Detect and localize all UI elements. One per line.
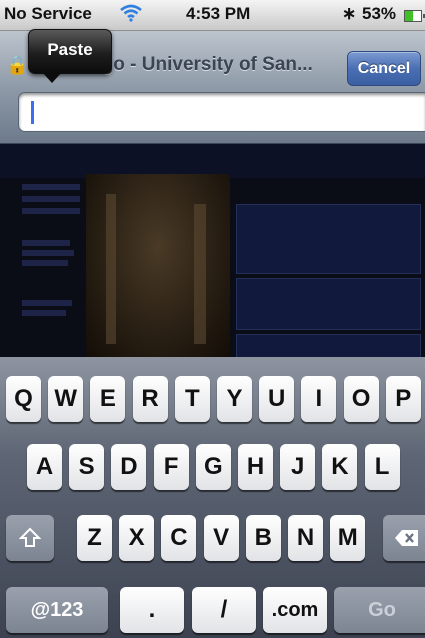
key-v[interactable]: V xyxy=(203,515,239,561)
status-bar: No Service 4:53 PM ∗ 53% xyxy=(0,0,425,31)
key-p[interactable]: P xyxy=(385,376,421,422)
web-page-hero-image xyxy=(86,174,230,357)
key-r[interactable]: R xyxy=(132,376,168,422)
go-key[interactable]: Go xyxy=(334,587,425,633)
key-d[interactable]: D xyxy=(111,444,147,490)
key-z[interactable]: Z xyxy=(77,515,112,561)
keyboard: Q W E R T Y U I O P A S D F G H J K L Z X C V B N M @123. / .com Go xyxy=(0,357,425,638)
web-page-preview xyxy=(0,144,425,357)
period-key[interactable]: . xyxy=(120,587,184,633)
key-q[interactable]: Q xyxy=(6,376,41,422)
key-g[interactable]: G xyxy=(195,444,231,490)
battery-percent: 53% xyxy=(362,4,397,23)
web-page-sidebar-line xyxy=(22,310,66,316)
key-k[interactable]: K xyxy=(322,444,358,490)
key-l[interactable]: L xyxy=(364,444,400,490)
web-page-link-box xyxy=(236,278,421,330)
key-y[interactable]: Y xyxy=(217,376,252,422)
key-n[interactable]: N xyxy=(288,515,323,561)
web-page-link-box xyxy=(236,334,421,357)
clock: 4:53 PM xyxy=(186,4,251,23)
bluetooth-icon: ∗ xyxy=(342,4,357,23)
key-f[interactable]: F xyxy=(153,444,189,490)
web-page-link-box xyxy=(236,204,421,274)
mode-switch-key[interactable]: @123 xyxy=(6,587,108,633)
web-page-sidebar-line xyxy=(22,240,70,246)
key-e[interactable]: E xyxy=(90,376,126,422)
key-x[interactable]: X xyxy=(119,515,155,561)
key-b[interactable]: B xyxy=(245,515,281,561)
key-m[interactable]: M xyxy=(330,515,366,561)
key-s[interactable]: S xyxy=(69,444,105,490)
key-a[interactable]: A xyxy=(27,444,62,490)
key-o[interactable]: O xyxy=(343,376,379,422)
web-page-sidebar-line xyxy=(22,196,80,202)
paste-popup-arrow xyxy=(42,72,62,83)
cancel-button[interactable]: Cancel xyxy=(347,51,421,86)
key-i[interactable]: I xyxy=(301,376,337,422)
paste-button[interactable]: Paste xyxy=(28,29,112,74)
web-page-sidebar-line xyxy=(22,208,80,214)
key-h[interactable]: H xyxy=(238,444,273,490)
shift-icon xyxy=(18,527,42,547)
web-page-sidebar-line xyxy=(22,300,72,306)
url-input[interactable] xyxy=(18,92,425,132)
dotcom-key[interactable]: .com xyxy=(263,587,327,633)
key-c[interactable]: C xyxy=(161,515,197,561)
web-page-sidebar-line xyxy=(22,260,68,266)
web-page-sidebar-line xyxy=(22,250,74,256)
battery-icon xyxy=(404,10,425,22)
key-j[interactable]: J xyxy=(280,444,316,490)
wifi-icon xyxy=(120,4,142,22)
carrier-label: No Service xyxy=(4,4,92,23)
key-u[interactable]: U xyxy=(259,376,295,422)
delete-icon xyxy=(395,530,418,546)
key-w[interactable]: W xyxy=(48,376,84,422)
text-caret xyxy=(31,101,34,124)
web-page-sidebar-line xyxy=(22,184,80,190)
web-page-header xyxy=(0,144,425,178)
lock-icon: 🔒 xyxy=(6,55,29,75)
web-page-hero-column xyxy=(106,194,116,344)
key-t[interactable]: T xyxy=(174,376,210,422)
web-page-hero-column xyxy=(194,204,206,344)
slash-key[interactable]: / xyxy=(192,587,256,633)
shift-key[interactable] xyxy=(6,515,54,561)
delete-key[interactable] xyxy=(383,515,425,561)
battery-fill xyxy=(405,11,414,21)
